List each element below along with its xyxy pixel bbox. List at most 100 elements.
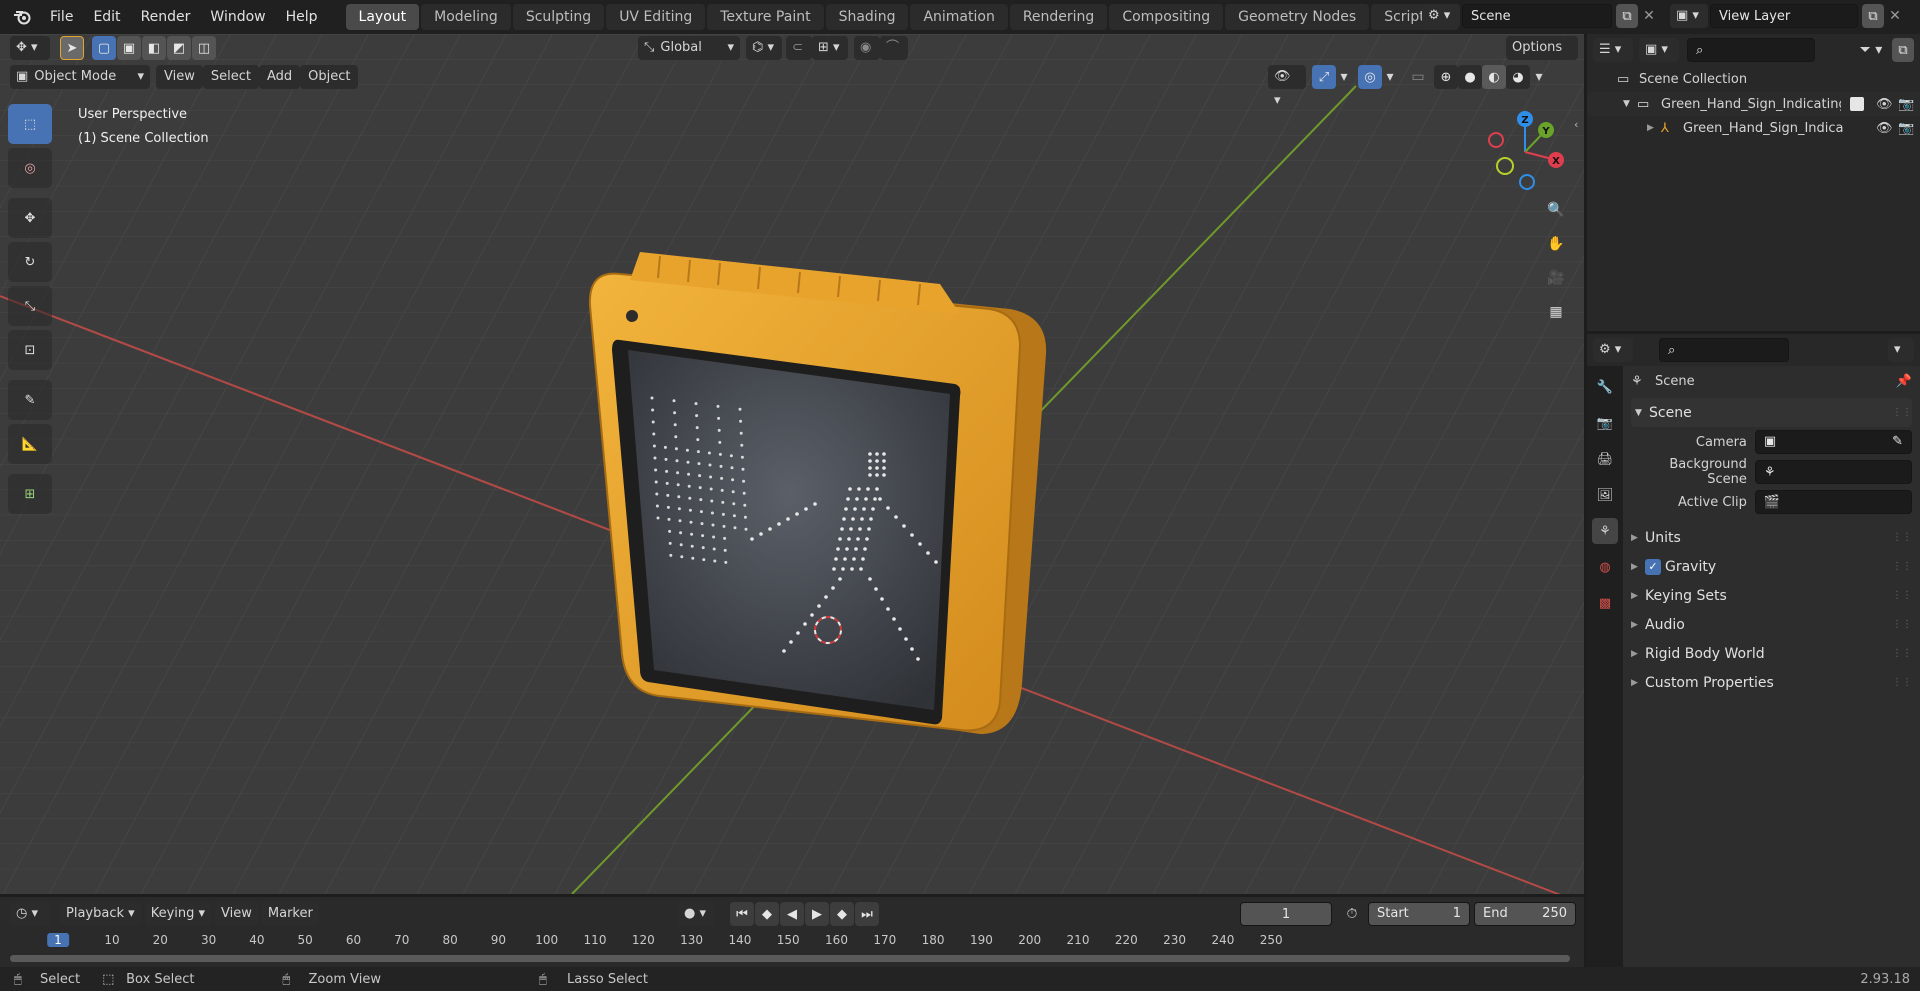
tab-animation[interactable]: Animation xyxy=(910,4,1008,30)
scene-panel-header[interactable]: ▼ Scene ⋮⋮ xyxy=(1631,398,1912,427)
scale-tool-icon[interactable]: ⤡ xyxy=(8,286,52,326)
timeline-scrollbar[interactable] xyxy=(10,955,1570,962)
wireframe-shading-icon[interactable]: ⊕ xyxy=(1434,65,1458,89)
drag-handle-icon[interactable]: ⋮⋮ xyxy=(1892,561,1912,572)
add-cube-tool-icon[interactable]: ⊞ xyxy=(8,474,52,514)
new-scene-icon[interactable]: ⧉ xyxy=(1616,4,1638,28)
new-view-layer-icon[interactable]: ⧉ xyxy=(1862,4,1884,28)
snap-icon[interactable]: ⊂ xyxy=(786,36,812,60)
snap-target-icon[interactable]: ⊞ ▾ xyxy=(812,36,848,60)
chevron-down-icon[interactable]: ▾ xyxy=(1336,65,1352,89)
tweak-tool-icon[interactable]: ➤ xyxy=(60,36,84,60)
play-icon[interactable]: ▶ xyxy=(805,902,829,926)
menu-object[interactable]: Object xyxy=(300,65,359,89)
3d-viewport[interactable]: ✥ ▾ ➤ ▢ ▣ ◧ ◩ ◫ ⤡ Global ▾ ⌬ ▾ ⊂ ⊞ ▾ ◉ ⌒… xyxy=(0,34,1584,894)
drag-handle-icon[interactable]: ⋮⋮ xyxy=(1892,590,1912,601)
tab-layout[interactable]: Layout xyxy=(345,4,420,30)
expand-triangle-icon[interactable]: ▶ xyxy=(1647,123,1661,133)
xray-icon[interactable]: ▭ xyxy=(1406,65,1430,89)
new-collection-icon[interactable]: ⧉ xyxy=(1892,38,1914,62)
menu-render[interactable]: Render xyxy=(131,0,201,34)
texture-tab-icon[interactable]: ▩ xyxy=(1592,590,1618,616)
menu-view[interactable]: View xyxy=(156,65,203,89)
tab-compositing[interactable]: Compositing xyxy=(1109,4,1224,30)
rendered-shading-icon[interactable]: ◕ xyxy=(1506,65,1530,89)
camera-render-icon[interactable]: 📷 xyxy=(1898,121,1920,136)
delete-view-layer-icon[interactable]: ✕ xyxy=(1884,4,1906,28)
properties-search-input[interactable]: ⌕ xyxy=(1659,338,1789,362)
tab-uv-editing[interactable]: UV Editing xyxy=(606,4,706,30)
pivot-point-icon[interactable]: ⌬ ▾ xyxy=(746,36,782,60)
annotate-tool-icon[interactable]: ✎ xyxy=(8,380,52,420)
transform-orientation[interactable]: ⤡ Global ▾ xyxy=(638,36,740,60)
solid-shading-icon[interactable]: ● xyxy=(1458,65,1482,89)
eyedropper-icon[interactable]: ✎ xyxy=(1892,430,1903,454)
drag-handle-icon[interactable]: ⋮⋮ xyxy=(1892,648,1912,659)
gravity-checkbox[interactable]: ✓ xyxy=(1645,558,1661,575)
outliner-search-input[interactable]: ⌕ xyxy=(1687,38,1815,62)
tab-modeling[interactable]: Modeling xyxy=(421,4,511,30)
jump-start-icon[interactable]: ⏮ xyxy=(730,902,754,926)
outliner-row-object[interactable]: ▶ ⅄ Green_Hand_Sign_Indical 👁 📷 xyxy=(1587,116,1920,140)
filter-icon[interactable]: ⏷ ▾ xyxy=(1854,38,1888,62)
menu-marker[interactable]: Marker xyxy=(261,902,319,926)
start-frame-field[interactable]: Start 1 xyxy=(1368,902,1470,926)
drag-handle-icon[interactable]: ⋮⋮ xyxy=(1892,407,1912,418)
proportional-edit-icon[interactable]: ◉ xyxy=(854,36,880,60)
select-box-tool-icon[interactable]: ⬚ xyxy=(8,104,52,144)
tab-rendering[interactable]: Rendering xyxy=(1009,4,1108,30)
select-subtract-icon[interactable]: ◧ xyxy=(142,36,166,60)
tab-texture-paint[interactable]: Texture Paint xyxy=(707,4,824,30)
mode-selector[interactable]: ▣ Object Mode ▾ xyxy=(10,65,150,89)
gizmo-icon[interactable]: ⤢ xyxy=(1312,65,1336,89)
menu-window[interactable]: Window xyxy=(200,0,275,34)
menu-timeline-view[interactable]: View xyxy=(215,902,258,926)
chevron-down-icon[interactable]: ▾ xyxy=(1888,338,1914,362)
navigation-gizmo[interactable]: Z Y X xyxy=(1480,104,1570,194)
outliner-editor-icon[interactable]: ☰ ▾ xyxy=(1593,38,1633,62)
active-clip-field[interactable]: 🎬 xyxy=(1754,490,1912,514)
tab-shading[interactable]: Shading xyxy=(825,4,909,30)
scene-name-field[interactable]: Scene xyxy=(1462,4,1612,28)
rotate-tool-icon[interactable]: ↻ xyxy=(8,242,52,282)
view-layer-browse-icon[interactable]: ▣ ▾ xyxy=(1670,4,1708,28)
sidebar-toggle-icon[interactable]: ‹ xyxy=(1574,118,1578,131)
expand-triangle-icon[interactable]: ▼ xyxy=(1623,99,1637,109)
visibility-icon[interactable]: 👁 ▾ xyxy=(1268,65,1306,108)
camera-render-icon[interactable]: 📷 xyxy=(1898,97,1920,112)
sign-object[interactable] xyxy=(588,252,1047,734)
select-intersect-icon[interactable]: ◫ xyxy=(192,36,216,60)
chevron-down-icon[interactable]: ▾ xyxy=(1530,65,1548,89)
background-scene-field[interactable]: ⚘ xyxy=(1754,460,1912,484)
eye-icon[interactable]: 👁 xyxy=(1876,121,1898,136)
measure-tool-icon[interactable]: 📐 xyxy=(8,424,52,464)
transform-tool-icon[interactable]: ⊡ xyxy=(8,330,52,370)
scrollbar-thumb[interactable] xyxy=(10,955,1570,962)
drag-handle-icon[interactable]: ⋮⋮ xyxy=(1892,532,1912,543)
play-reverse-icon[interactable]: ◀ xyxy=(780,902,804,926)
tab-geometry-nodes[interactable]: Geometry Nodes xyxy=(1225,4,1370,30)
next-keyframe-icon[interactable]: ◆ xyxy=(830,902,854,926)
pin-icon[interactable]: 📌 xyxy=(1896,374,1912,389)
menu-select[interactable]: Select xyxy=(202,65,259,89)
menu-playback[interactable]: Playback ▾ xyxy=(60,902,141,926)
editor-type-selector[interactable]: ✥ ▾ xyxy=(10,36,50,60)
scene-browse-icon[interactable]: ⚙ ▾ xyxy=(1422,4,1460,28)
render-tab-icon[interactable]: 📷 xyxy=(1592,410,1618,436)
keying-sets-panel-header[interactable]: ▶ Keying Sets ⋮⋮ xyxy=(1631,581,1912,610)
rigid-body-panel-header[interactable]: ▶ Rigid Body World ⋮⋮ xyxy=(1631,639,1912,668)
drag-handle-icon[interactable]: ⋮⋮ xyxy=(1892,619,1912,630)
display-mode-icon[interactable]: ▣ ▾ xyxy=(1639,38,1679,62)
menu-keying[interactable]: Keying ▾ xyxy=(144,902,212,926)
move-tool-icon[interactable]: ✥ xyxy=(8,198,52,238)
world-tab-icon[interactable]: ◍ xyxy=(1592,554,1618,580)
cursor-tool-icon[interactable]: ◎ xyxy=(8,148,52,188)
tool-tab-icon[interactable]: 🔧 xyxy=(1592,374,1618,400)
timeline-editor-icon[interactable]: ◷ ▾ xyxy=(10,902,50,926)
options-button[interactable]: Options ▾ xyxy=(1506,36,1578,79)
falloff-icon[interactable]: ⌒ xyxy=(880,36,908,60)
select-extend-icon[interactable]: ▣ xyxy=(117,36,141,60)
view-layer-tab-icon[interactable]: 🖼 xyxy=(1592,482,1618,508)
outliner-row-scene-collection[interactable]: ▭ Scene Collection xyxy=(1587,66,1920,92)
end-frame-field[interactable]: End 250 xyxy=(1474,902,1576,926)
